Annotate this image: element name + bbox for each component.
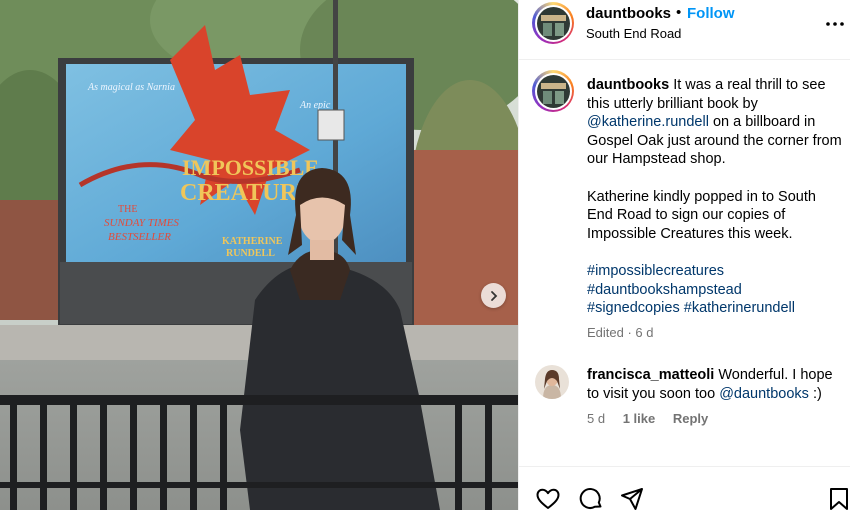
caption-paragraph-2: Katherine kindly popped in to South End … xyxy=(587,188,816,242)
post-side-panel: dauntbooks • Follow South End Road daunt… xyxy=(518,0,850,510)
billboard-author-1: KATHERINE xyxy=(222,236,283,247)
reply-button[interactable]: Reply xyxy=(673,411,708,426)
caption-mention[interactable]: @katherine.rundell xyxy=(587,114,709,130)
share-icon[interactable] xyxy=(619,486,645,510)
comment-body: francisca_matteoli Wonderful. I hope to … xyxy=(587,366,843,403)
post-edited-meta: Edited · 6 d xyxy=(587,325,654,340)
heart-icon[interactable] xyxy=(535,486,561,510)
next-photo-button[interactable] xyxy=(481,283,506,308)
billboard-award-1: THE xyxy=(118,204,137,215)
comment-likes[interactable]: 1 like xyxy=(623,411,656,426)
commenter-username[interactable]: francisca_matteoli xyxy=(587,367,714,383)
billboard-tagline: As magical as Narnia xyxy=(87,82,175,93)
shopfront-avatar-image xyxy=(536,6,570,40)
commenter-avatar[interactable] xyxy=(535,365,569,399)
follow-button[interactable]: Follow xyxy=(687,5,735,22)
author-avatar[interactable] xyxy=(532,2,574,44)
hashtag-link[interactable]: #impossiblecreatures xyxy=(587,263,724,279)
hashtag-link[interactable]: #katherinerundell xyxy=(684,300,795,316)
post-header: dauntbooks • Follow South End Road xyxy=(519,0,850,60)
caption-username[interactable]: dauntbooks xyxy=(587,77,669,93)
billboard-award-2: SUNDAY TIMES xyxy=(104,217,179,229)
post-actions-bar xyxy=(519,466,850,510)
more-options-icon[interactable] xyxy=(825,14,845,34)
comment-age: 5 d xyxy=(587,411,606,426)
comment-icon[interactable] xyxy=(578,486,604,510)
author-username[interactable]: dauntbooks xyxy=(586,5,671,22)
comment-mention[interactable]: @dauntbooks xyxy=(719,386,809,402)
bookmark-icon[interactable] xyxy=(826,486,850,510)
billboard-award-3: BESTSELLER xyxy=(108,231,171,243)
comment-text-end: :) xyxy=(812,385,822,402)
photo-scene: As magical as Narnia An epic IMPOSSIBLE … xyxy=(0,0,518,510)
commenter-photo xyxy=(535,365,569,399)
shopfront-avatar-image xyxy=(536,74,570,108)
caption-author-avatar[interactable] xyxy=(532,70,574,112)
hashtag-link[interactable]: #signedcopies xyxy=(587,300,680,316)
post-location[interactable]: South End Road xyxy=(586,26,681,41)
post-caption: dauntbooks It was a real thrill to see t… xyxy=(587,76,843,318)
billboard-tagline-2: An epic xyxy=(299,100,331,111)
post-photo[interactable]: As magical as Narnia An epic IMPOSSIBLE … xyxy=(0,0,518,510)
comment-meta: 5 d 1 like Reply xyxy=(587,411,722,426)
hashtag-link[interactable]: #dauntbookshampstead xyxy=(587,282,742,298)
separator-dot: • xyxy=(676,4,682,21)
chevron-right-icon xyxy=(490,290,497,301)
billboard-title-1: IMPOSSIBLE xyxy=(182,155,319,180)
billboard-author-2: RUNDELL xyxy=(226,248,275,259)
